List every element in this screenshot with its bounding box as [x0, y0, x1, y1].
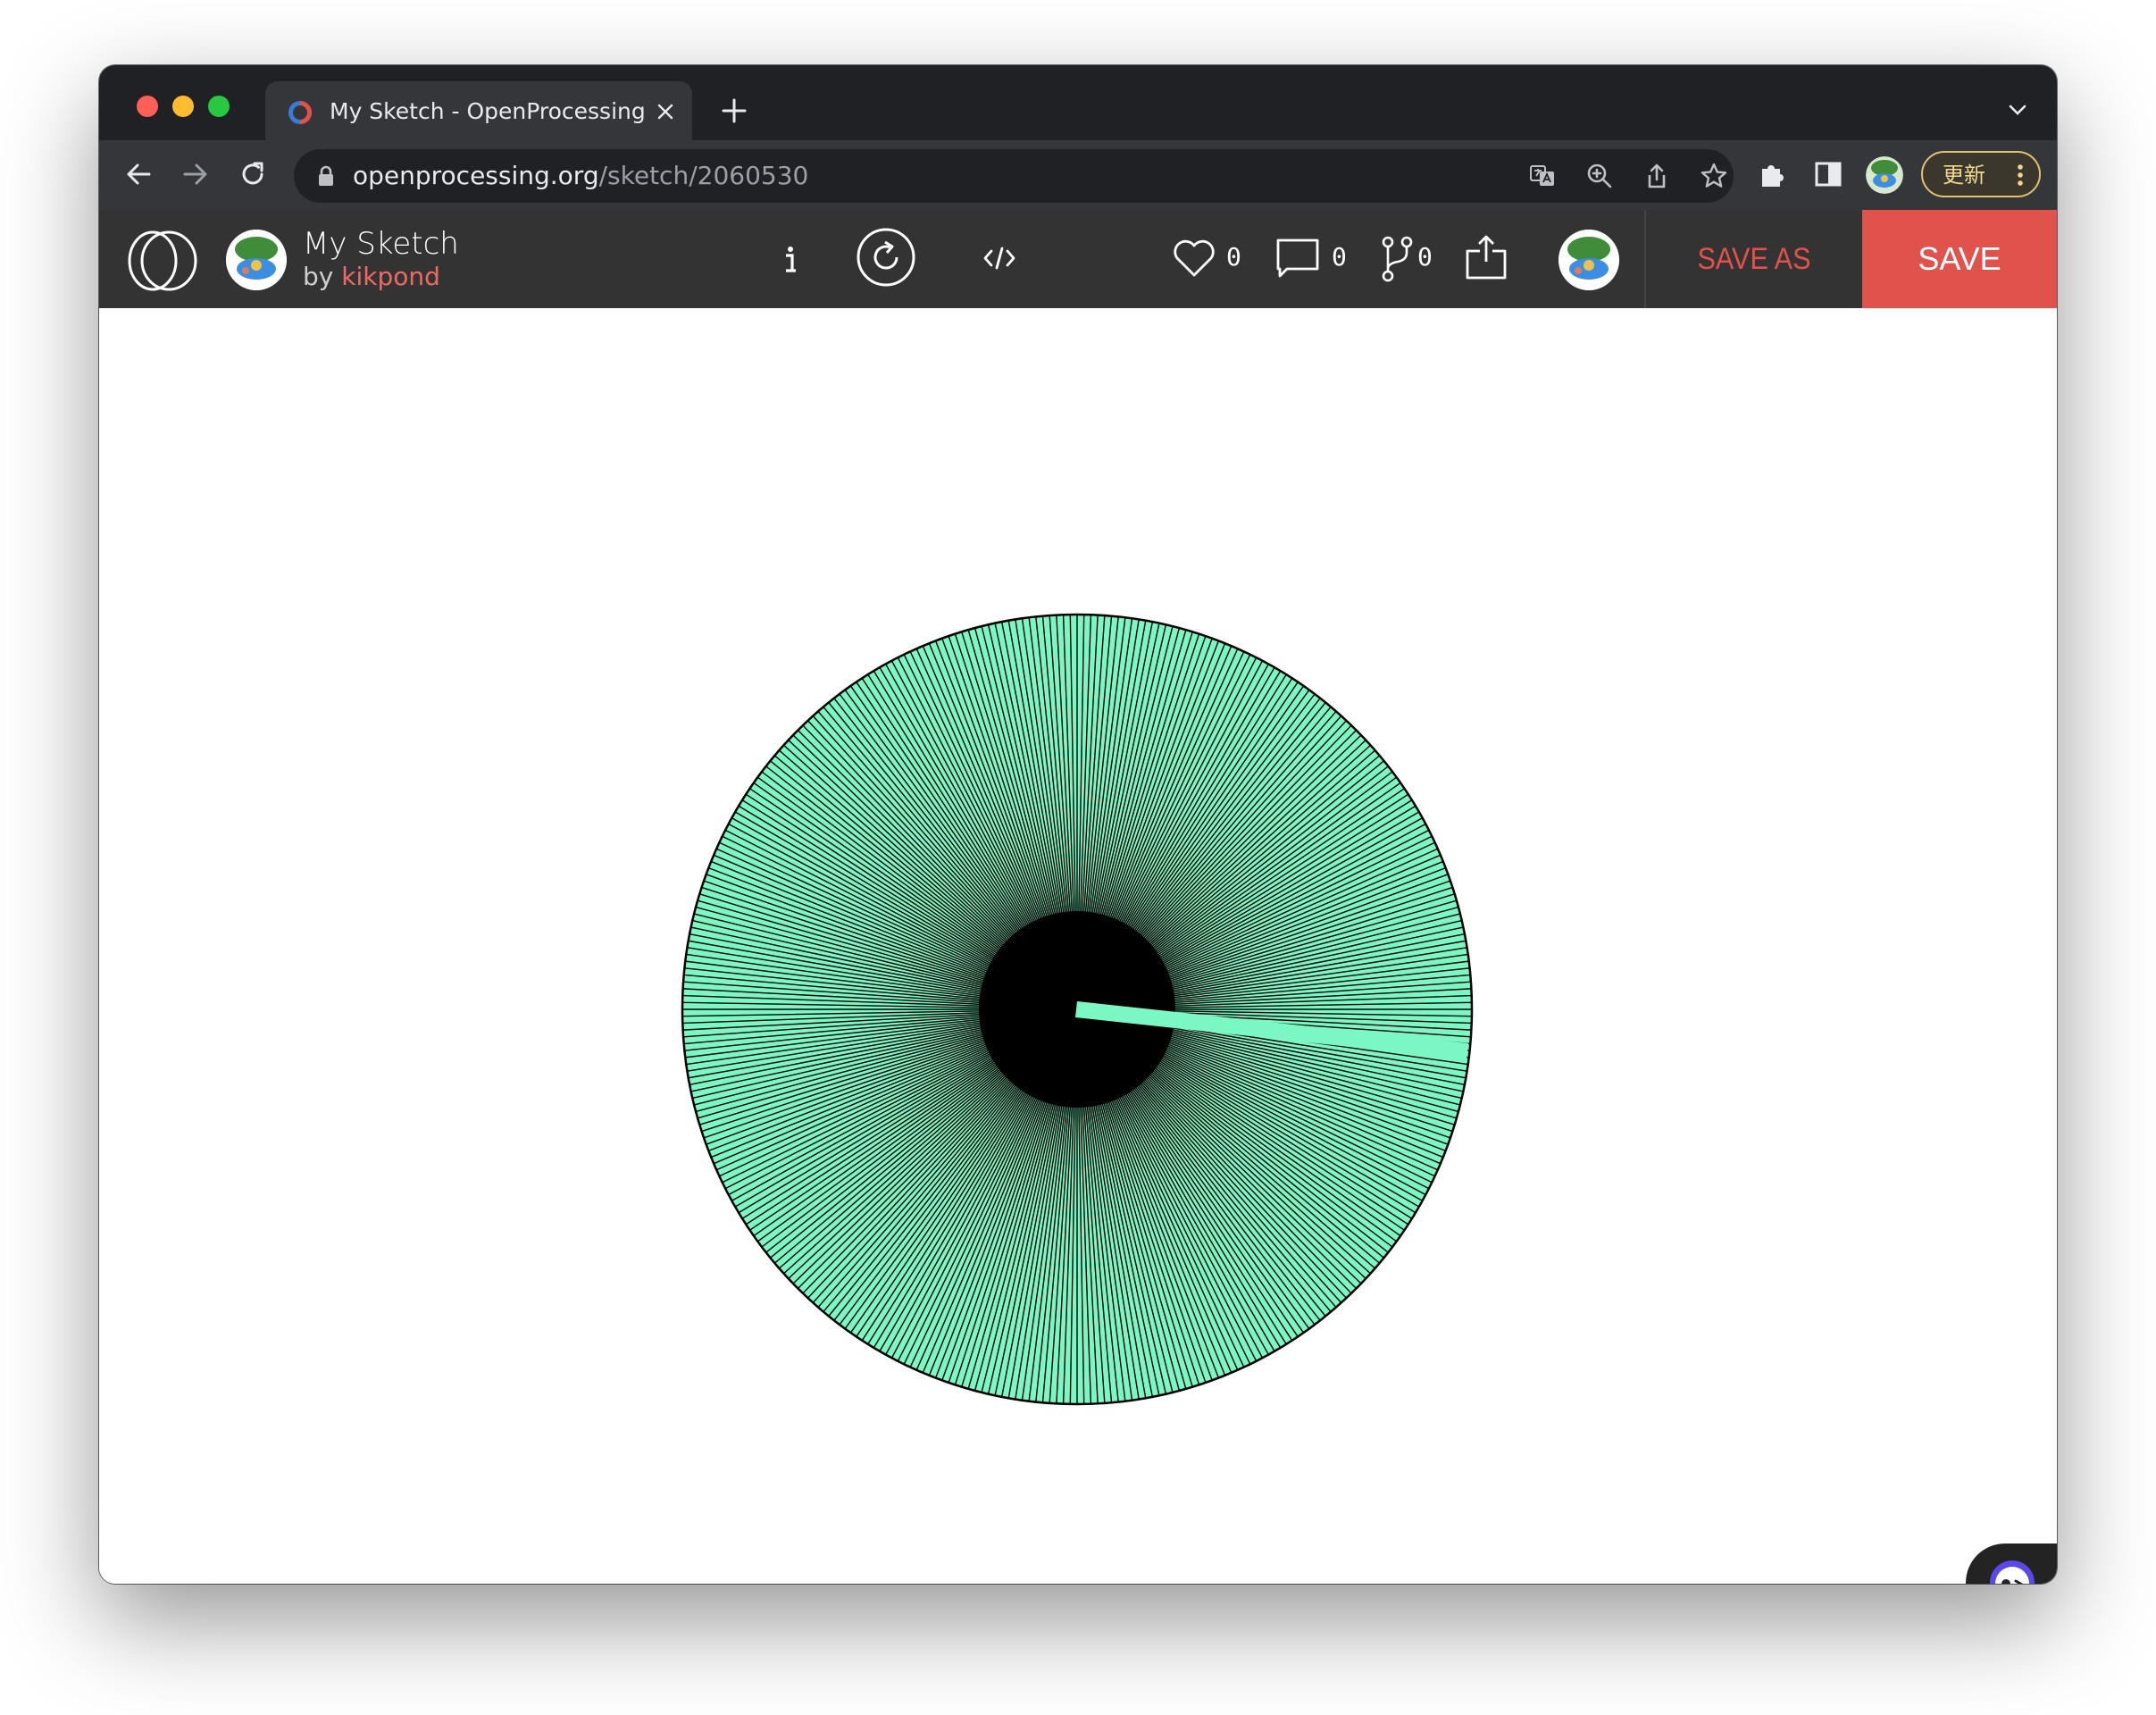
zoom-icon[interactable] — [1585, 162, 1614, 190]
forward-arrow-icon[interactable] — [180, 158, 212, 190]
extensions-puzzle-icon[interactable] — [1757, 158, 1789, 190]
share-page-icon[interactable] — [1642, 162, 1671, 190]
lock-icon[interactable] — [317, 165, 335, 187]
comments-count: 0 — [1332, 242, 1347, 272]
info-icon[interactable] — [771, 240, 810, 280]
user-avatar-image-icon — [1559, 230, 1619, 290]
author-link[interactable]: kikpond — [341, 262, 440, 291]
code-icon[interactable] — [982, 240, 1017, 276]
save-as-fork-button[interactable]: SAVE AS FORK — [1657, 210, 1851, 374]
user-avatar[interactable] — [1559, 230, 1619, 290]
openprocessing-logo-icon[interactable] — [126, 230, 199, 292]
url-text[interactable]: openprocessing.org/sketch/2060530 — [353, 160, 808, 192]
openprocessing-favicon-icon — [288, 101, 312, 124]
new-tab-icon[interactable] — [721, 97, 748, 124]
close-icon[interactable] — [655, 101, 676, 122]
more-vert-icon[interactable] — [2016, 163, 2025, 187]
author-avatar-image-icon — [226, 230, 287, 290]
sketch-drawing — [681, 613, 1474, 1406]
chevron-down-icon[interactable] — [2007, 99, 2028, 121]
by-word: by — [303, 262, 334, 291]
star-icon[interactable] — [1700, 162, 1728, 190]
save-button[interactable]: SAVE — [1862, 210, 2057, 308]
sketch-title: My Sketch — [303, 226, 459, 262]
profile-avatar[interactable] — [1866, 156, 1903, 194]
translate-icon[interactable] — [1528, 162, 1557, 190]
reload-icon[interactable] — [237, 158, 269, 190]
avatar-image-icon — [1866, 156, 1903, 194]
tab-title: My Sketch - OpenProcessing — [330, 98, 646, 124]
browser-window: My Sketch - OpenProcessing openprocessin… — [99, 65, 2057, 1584]
author-avatar[interactable] — [226, 230, 287, 290]
url-path: /sketch/2060530 — [598, 161, 809, 190]
likes-count: 0 — [1226, 242, 1241, 272]
tab-strip: My Sketch - OpenProcessing — [99, 65, 2057, 140]
header-divider — [1644, 210, 1646, 308]
address-bar[interactable]: openprocessing.org/sketch/2060530 — [294, 149, 1734, 203]
comment-icon[interactable] — [1274, 237, 1321, 280]
update-button[interactable]: 更新 — [1921, 151, 2041, 197]
chat-bot-icon — [1990, 1560, 2035, 1584]
update-label: 更新 — [1943, 163, 1985, 188]
url-host: openprocessing.org — [353, 161, 599, 190]
share-icon[interactable] — [1464, 233, 1508, 281]
heart-icon[interactable] — [1171, 235, 1217, 281]
sketch-byline: by kikpond — [303, 262, 440, 292]
browser-toolbar: openprocessing.org/sketch/2060530 更新 — [99, 140, 2057, 210]
window-maximize-button[interactable] — [208, 96, 230, 117]
window-minimize-button[interactable] — [172, 96, 194, 117]
help-widget-button[interactable] — [1966, 1544, 2057, 1584]
fork-icon[interactable] — [1380, 235, 1416, 283]
sketch-canvas[interactable] — [99, 308, 2057, 1584]
replay-icon[interactable] — [855, 226, 917, 289]
window-close-button[interactable] — [137, 96, 158, 117]
side-panel-icon[interactable] — [1812, 158, 1844, 190]
sketch-header: My Sketch by kikpond 0 0 0 SAVE AS SAVE — [99, 210, 2057, 374]
forks-count: 0 — [1417, 242, 1433, 272]
back-arrow-icon[interactable] — [122, 158, 155, 190]
browser-tab[interactable]: My Sketch - OpenProcessing — [265, 81, 692, 140]
